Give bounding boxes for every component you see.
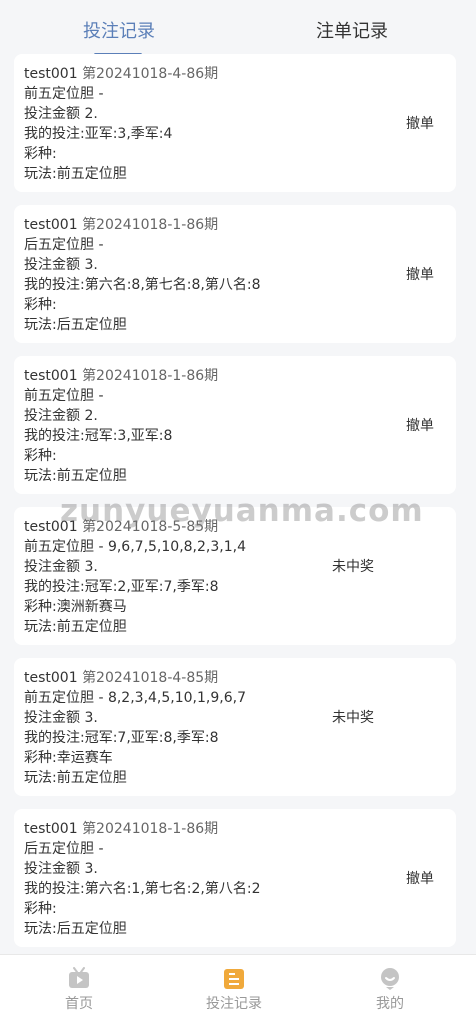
cancel-bet-button[interactable]: 撤单 <box>406 265 434 285</box>
nav-label-mine: 我的 <box>376 996 404 1012</box>
record-card: test001 第20241018-1-86期 后五定位胆 - 投注金额 3. … <box>14 205 456 343</box>
record-numbers: 后五定位胆 - <box>24 237 104 253</box>
record-issue: 第20241018-4-86期 <box>82 66 219 82</box>
nav-label-bet-records: 投注记录 <box>206 996 262 1012</box>
record-numbers: 前五定位胆 - 8,2,3,4,5,10,1,9,6,7 <box>24 690 246 706</box>
cancel-bet-button[interactable]: 撤单 <box>406 416 434 436</box>
record-card: test001 第20241018-4-85期 前五定位胆 - 8,2,3,4,… <box>14 658 456 796</box>
nav-item-home[interactable]: 首页 <box>34 955 124 1024</box>
record-my-bet: 我的投注:冠军:2,亚军:7,季军:8 <box>24 579 219 595</box>
record-user: test001 <box>24 670 78 686</box>
record-card: test001 第20241018-1-86期 前五定位胆 - 投注金额 2. … <box>14 356 456 494</box>
record-play: 玩法:前五定位胆 <box>24 619 127 635</box>
record-amount: 投注金额 2. <box>24 408 98 424</box>
record-amount: 投注金额 3. <box>24 710 98 726</box>
record-lottery: 彩种: <box>24 146 57 162</box>
record-issue: 第20241018-1-86期 <box>82 821 219 837</box>
result-status: 未中奖 <box>332 559 374 575</box>
record-user: test001 <box>24 821 78 837</box>
cancel-bet-button[interactable]: 撤单 <box>406 114 434 134</box>
record-play: 玩法:前五定位胆 <box>24 468 127 484</box>
result-status: 未中奖 <box>332 710 374 726</box>
record-numbers: 前五定位胆 - <box>24 388 104 404</box>
record-card: test001 第20241018-1-86期 后五定位胆 - 投注金额 3. … <box>14 809 456 947</box>
record-my-bet: 我的投注:第六名:8,第七名:8,第八名:8 <box>24 277 261 293</box>
record-numbers: 前五定位胆 - <box>24 86 104 102</box>
record-lottery: 彩种:幸运赛车 <box>24 750 113 766</box>
record-my-bet: 我的投注:冠军:3,亚军:8 <box>24 428 173 444</box>
record-tabs: 投注记录 注单记录 <box>0 0 476 56</box>
record-play: 玩法:后五定位胆 <box>24 317 127 333</box>
watermark-text: zunyueyuanma.com <box>60 493 424 529</box>
tab-order-records[interactable]: 注单记录 <box>316 20 388 44</box>
record-my-bet: 我的投注:第六名:1,第七名:2,第八名:2 <box>24 881 261 897</box>
video-home-icon <box>69 967 89 988</box>
record-user: test001 <box>24 368 78 384</box>
record-amount: 投注金额 3. <box>24 257 98 273</box>
nav-item-mine[interactable]: 我的 <box>345 955 435 1024</box>
record-card: test001 第20241018-4-86期 前五定位胆 - 投注金额 2. … <box>14 54 456 192</box>
tab-bet-records[interactable]: 投注记录 <box>83 20 155 44</box>
record-issue: 第20241018-1-86期 <box>82 217 219 233</box>
record-play: 玩法:前五定位胆 <box>24 770 127 786</box>
record-my-bet: 我的投注:冠军:7,亚军:8,季军:8 <box>24 730 219 746</box>
record-lottery: 彩种: <box>24 901 57 917</box>
record-issue: 第20241018-1-86期 <box>82 368 219 384</box>
nav-label-home: 首页 <box>65 996 93 1012</box>
record-amount: 投注金额 2. <box>24 106 98 122</box>
record-play: 玩法:前五定位胆 <box>24 166 127 182</box>
clipboard-icon <box>224 969 244 989</box>
record-numbers: 前五定位胆 - 9,6,7,5,10,8,2,3,1,4 <box>24 539 246 555</box>
nav-item-bet-records[interactable]: 投注记录 <box>189 955 279 1024</box>
record-play: 玩法:后五定位胆 <box>24 921 127 937</box>
record-amount: 投注金额 3. <box>24 559 98 575</box>
record-lottery: 彩种: <box>24 297 57 313</box>
record-user: test001 <box>24 66 78 82</box>
bet-records-page: 投注记录 注单记录 test001 第20241018-4-86期 前五定位胆 … <box>0 0 476 1024</box>
record-user: test001 <box>24 217 78 233</box>
record-amount: 投注金额 3. <box>24 861 98 877</box>
record-issue: 第20241018-4-85期 <box>82 670 219 686</box>
record-lottery: 彩种:澳洲新赛马 <box>24 599 127 615</box>
cancel-bet-button[interactable]: 撤单 <box>406 869 434 889</box>
user-profile-icon <box>381 968 399 990</box>
record-lottery: 彩种: <box>24 448 57 464</box>
record-numbers: 后五定位胆 - <box>24 841 104 857</box>
bottom-nav: 首页 投注记录 我的 <box>0 954 476 1024</box>
record-my-bet: 我的投注:亚军:3,季军:4 <box>24 126 173 142</box>
